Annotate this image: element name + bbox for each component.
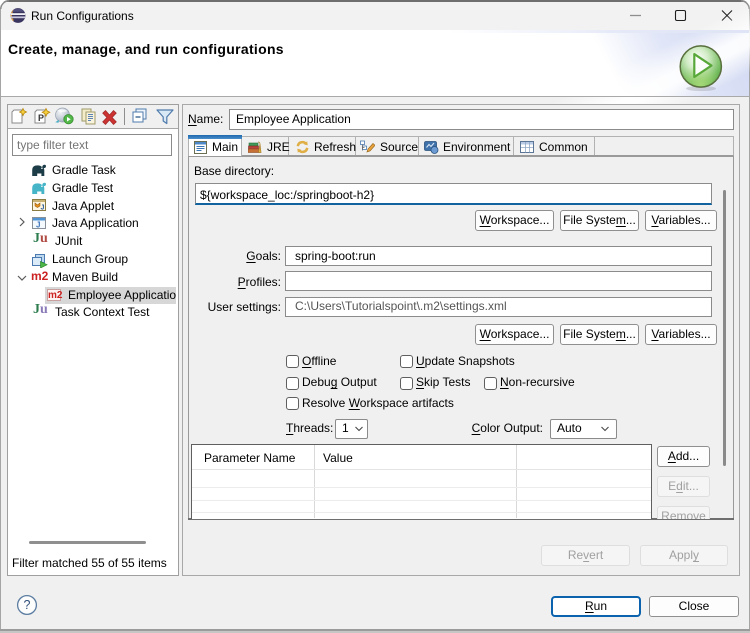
svg-text:?: ? <box>24 598 31 612</box>
svg-text:P: P <box>38 113 44 123</box>
svg-text:J: J <box>36 221 40 230</box>
svg-text:J: J <box>41 205 45 212</box>
